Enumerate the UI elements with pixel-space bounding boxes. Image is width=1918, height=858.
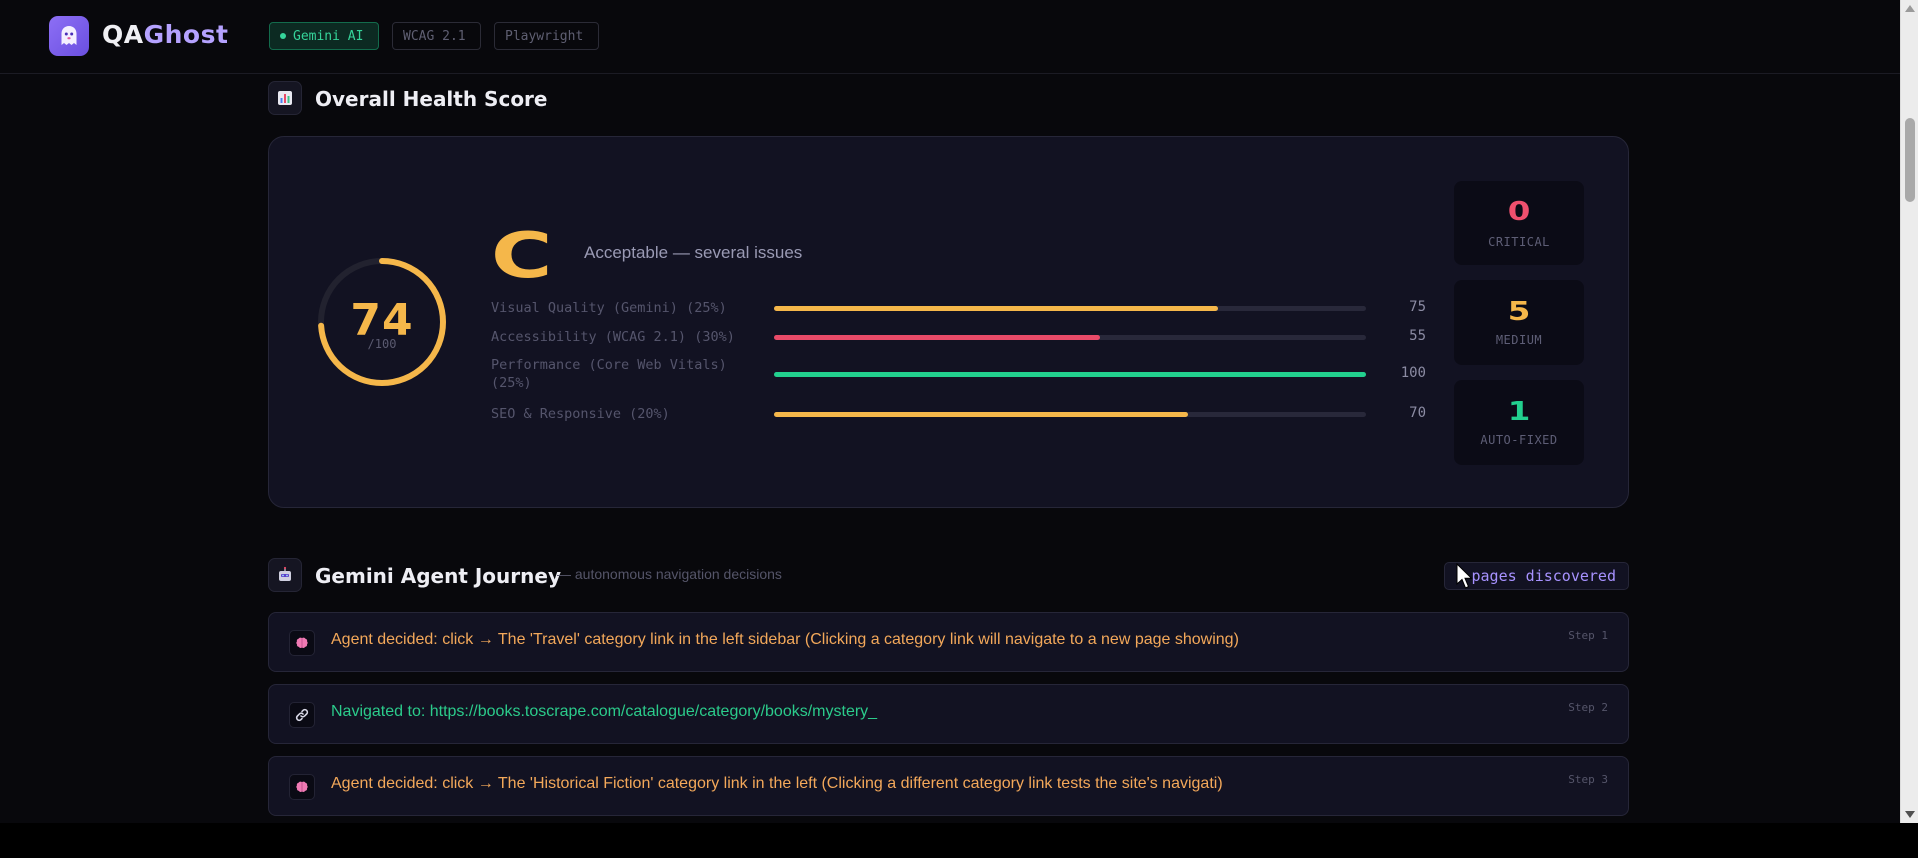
auto-fixed-label: AUTO-FIXED: [1480, 433, 1558, 447]
wcag-badge: WCAG 2.1: [392, 22, 481, 50]
auto-fixed-count: 1: [1507, 397, 1531, 427]
critical-stat-card: 0 CRITICAL: [1454, 181, 1584, 265]
step-number: Step 1: [1568, 629, 1608, 642]
step-number: Step 2: [1568, 701, 1608, 714]
metric-row-accessibility: Accessibility (WCAG 2.1) (30%) 55: [491, 328, 1431, 358]
scroll-up-arrow-icon[interactable]: [1905, 5, 1915, 12]
metric-bar-fill: [774, 335, 1100, 340]
window-bottom-strip: [0, 823, 1918, 858]
journey-subtitle: — autonomous navigation decisions: [557, 566, 782, 582]
vertical-scrollbar[interactable]: [1900, 0, 1918, 823]
step-description: Agent decided: click → The 'Travel' cate…: [331, 631, 1239, 648]
metric-row-seo-responsive: SEO & Responsive (20%) 70: [491, 405, 1431, 435]
grade-description: Acceptable — several issues: [584, 243, 803, 262]
metric-label: Performance (Core Web Vitals) (25%): [491, 357, 727, 391]
metric-row-visual-quality: Visual Quality (Gemini) (25%) 75: [491, 299, 1431, 329]
metric-value: 75: [1409, 299, 1426, 315]
journey-step[interactable]: Navigated to: https://books.toscrape.com…: [268, 684, 1629, 744]
critical-count: 0: [1507, 197, 1531, 227]
step-description: Navigated to: https://books.toscrape.com…: [331, 703, 878, 720]
health-score-card: 74 /100 C Acceptable — several issues Vi…: [268, 136, 1629, 508]
metric-value: 100: [1400, 365, 1426, 381]
critical-label: CRITICAL: [1488, 235, 1550, 249]
bar-chart-icon: [268, 81, 302, 115]
brand-name[interactable]: QAGhost: [102, 20, 228, 49]
medium-count: 5: [1507, 297, 1531, 327]
metric-bar-track: [774, 306, 1366, 311]
metric-label: SEO & Responsive (20%): [491, 406, 670, 422]
status-dot-icon: [280, 33, 286, 39]
health-section-title: Overall Health Score: [315, 87, 548, 111]
metric-bar-fill: [774, 412, 1189, 417]
metric-bar-track: [774, 372, 1366, 377]
metric-label: Accessibility (WCAG 2.1) (30%): [491, 329, 735, 345]
brain-icon: [289, 630, 315, 656]
scrollbar-thumb[interactable]: [1905, 118, 1915, 202]
metric-bar-track: [774, 335, 1366, 340]
metric-label: Visual Quality (Gemini) (25%): [491, 300, 727, 316]
gemini-ai-badge: Gemini AI: [269, 22, 379, 50]
auto-fixed-stat-card: 1 AUTO-FIXED: [1454, 380, 1584, 465]
medium-stat-card: 5 MEDIUM: [1454, 280, 1584, 365]
metric-bar-fill: [774, 372, 1366, 377]
top-navbar: QAGhost Gemini AI WCAG 2.1 Playwright: [0, 0, 1900, 74]
grade-letter: C: [491, 219, 553, 292]
metric-value: 55: [1409, 328, 1426, 344]
metric-bar-track: [774, 412, 1366, 417]
ghost-logo-icon[interactable]: [49, 16, 89, 56]
medium-label: MEDIUM: [1495, 333, 1543, 347]
journey-step[interactable]: Agent decided: click → The 'Historical F…: [268, 756, 1629, 816]
metric-value: 70: [1409, 405, 1426, 421]
journey-step[interactable]: Agent decided: click → The 'Travel' cate…: [268, 612, 1629, 672]
app-viewport: QAGhost Gemini AI WCAG 2.1 Playwright Ov…: [0, 0, 1900, 823]
journey-section-title: Gemini Agent Journey: [315, 564, 561, 588]
metric-row-performance: Performance (Core Web Vitals) (25%) 100: [491, 356, 1431, 396]
step-description: Agent decided: click → The 'Historical F…: [331, 775, 1223, 792]
mouse-cursor-icon: [1456, 563, 1473, 589]
step-number: Step 3: [1568, 773, 1608, 786]
brain-icon: [289, 774, 315, 800]
robot-icon: [268, 558, 302, 592]
link-icon: [289, 702, 315, 728]
playwright-badge: Playwright: [494, 22, 599, 50]
health-score-max: /100: [367, 337, 397, 351]
scroll-down-arrow-icon[interactable]: [1905, 811, 1915, 818]
metric-bar-fill: [774, 306, 1218, 311]
